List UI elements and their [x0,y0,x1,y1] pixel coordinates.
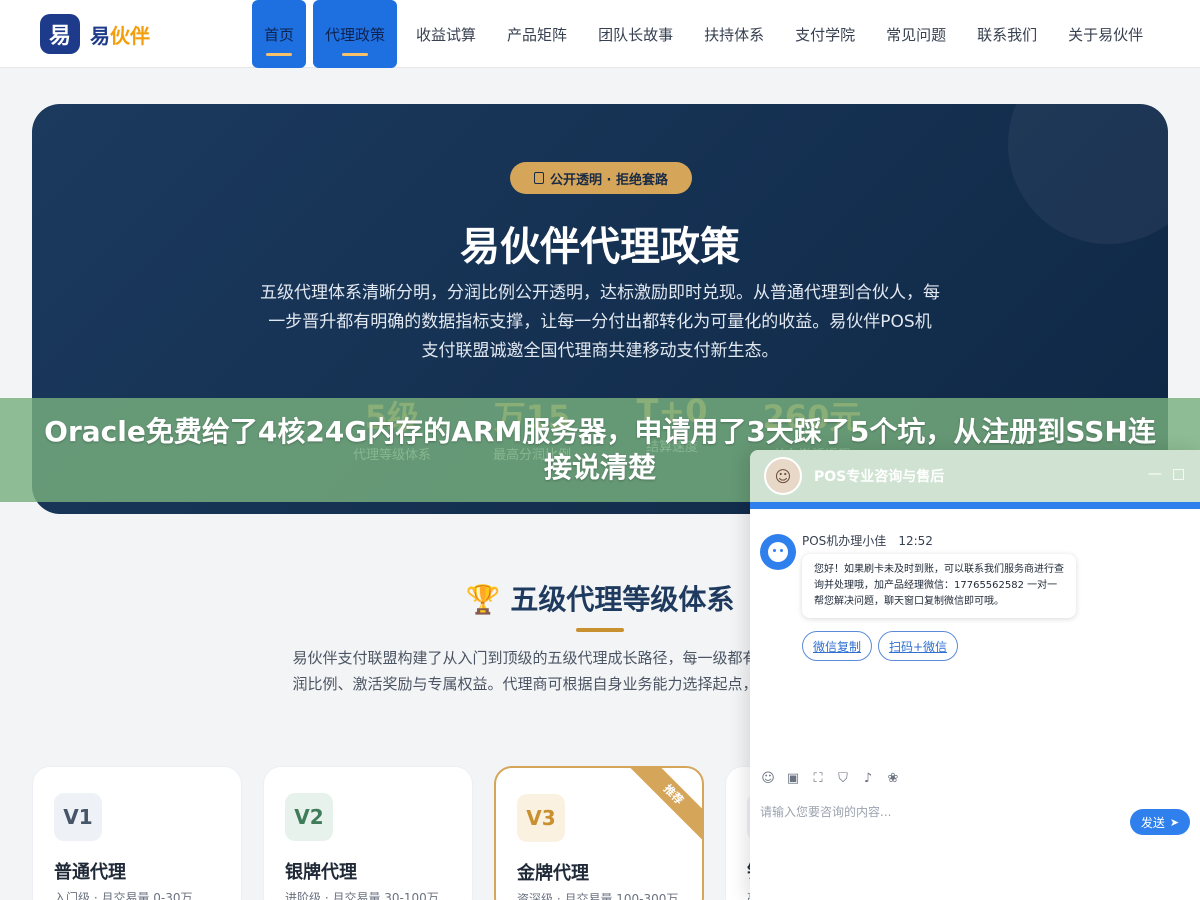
nav-item[interactable]: 扶持体系 [692,0,776,68]
chat-accent-bar [750,502,1200,509]
nav-item[interactable]: 联系我们 [965,0,1049,68]
quick-reply-scan-wechat[interactable]: 扫码+微信 [878,631,959,661]
shield-icon[interactable]: ⛉ [835,770,851,786]
level-name: 银牌代理 [285,862,357,883]
screenshot-icon[interactable]: ⛶ [810,770,826,786]
nav-item[interactable]: 产品矩阵 [495,0,579,68]
active-underline [342,53,369,56]
section-divider [576,628,624,632]
nav-item[interactable]: 关于易伙伴 [1056,0,1155,68]
agent-avatar [760,534,796,570]
level-badge: V1 [54,793,102,841]
level-card[interactable]: V2 银牌代理进阶级 · 月交易量 30-100万 [263,766,473,900]
nav-item[interactable]: 常见问题 [874,0,958,68]
nav-item[interactable]: 首页 [252,0,307,68]
maximize-button[interactable]: □ [1172,466,1185,482]
level-subtitle: 资深级 · 月交易量 100-300万 [517,892,679,900]
main-nav: 首页 代理政策 收益试算 产品矩阵 团队长故事 扶持体系 支付学院 常见问题 联系我们 关于易伙伴 [252,0,1162,68]
chat-header: ☺ POS专业咨询与售后 — □ [750,450,1200,502]
chat-widget: ☺ POS专业咨询与售后 — □ POS机办理小佳 12:52 您好！如果刷卡未及… [750,450,1200,900]
agent-name: POS机办理小佳 [802,534,887,548]
smile-icon [768,542,788,562]
message-meta: POS机办理小佳 12:52 [802,532,933,549]
quick-reply-copy-wechat[interactable]: 微信复制 [802,631,873,661]
clipboard-icon [534,172,544,184]
nav-item[interactable]: 收益试算 [404,0,488,68]
wechat-icon[interactable]: ❀ [885,770,901,786]
recommended-ribbon: 推荐 [626,768,702,842]
image-icon[interactable]: ▣ [785,770,801,786]
nav-item[interactable]: 团队长故事 [586,0,685,68]
level-subtitle: 进阶级 · 月交易量 30-100万 [285,891,439,900]
site-logo[interactable]: 易 易伙伴 [40,14,150,54]
top-header: 易 易伙伴 首页 代理政策 收益试算 产品矩阵 团队长故事 扶持体系 支付学院 常见问题 联系我… [0,0,1200,68]
send-arrow-icon: ➤ [1169,815,1180,829]
active-underline [266,53,292,56]
level-card[interactable]: V1 普通代理入门级 · 月交易量 0-30万 [32,766,242,900]
hero-title: 易伙伴代理政策 [460,224,740,270]
level-badge: V3 [517,794,565,842]
send-button[interactable]: 发送 ➤ [1130,809,1190,835]
agent-avatar-icon: ☺ [764,457,802,495]
logo-mark: 易 [40,14,80,54]
hero-description: 五级代理体系清晰分明，分润比例公开透明，达标激励即时兑现。从普通代理到合伙人，每… [260,283,940,361]
sound-icon[interactable]: ♪ [860,770,876,786]
message-time: 12:52 [898,534,933,548]
chat-title: POS专业咨询与售后 [814,469,945,485]
level-name: 金牌代理 [517,863,589,884]
chat-toolbar: ☺ ▣ ⛶ ⛉ ♪ ❀ [760,770,910,786]
chat-input[interactable] [760,800,1120,824]
nav-item[interactable]: 支付学院 [783,0,867,68]
nav-item[interactable]: 代理政策 [313,0,398,68]
emoji-icon[interactable]: ☺ [760,770,776,786]
message-bubble: 您好！如果刷卡未及时到账，可以联系我们服务商进行查询并处理哦，加产品经理微信：1… [802,554,1076,618]
minimize-button[interactable]: — [1148,466,1162,482]
level-subtitle: 入门级 · 月交易量 0-30万 [54,891,193,900]
level-badge: V2 [285,793,333,841]
logo-text: 易伙伴 [90,23,150,48]
trophy-icon: 🏆 [465,583,501,616]
hero-badge: 公开透明 · 拒绝套路 [510,162,692,194]
level-name: 普通代理 [54,862,126,883]
level-card[interactable]: V3 金牌代理资深级 · 月交易量 100-300万 推荐 [494,766,704,900]
